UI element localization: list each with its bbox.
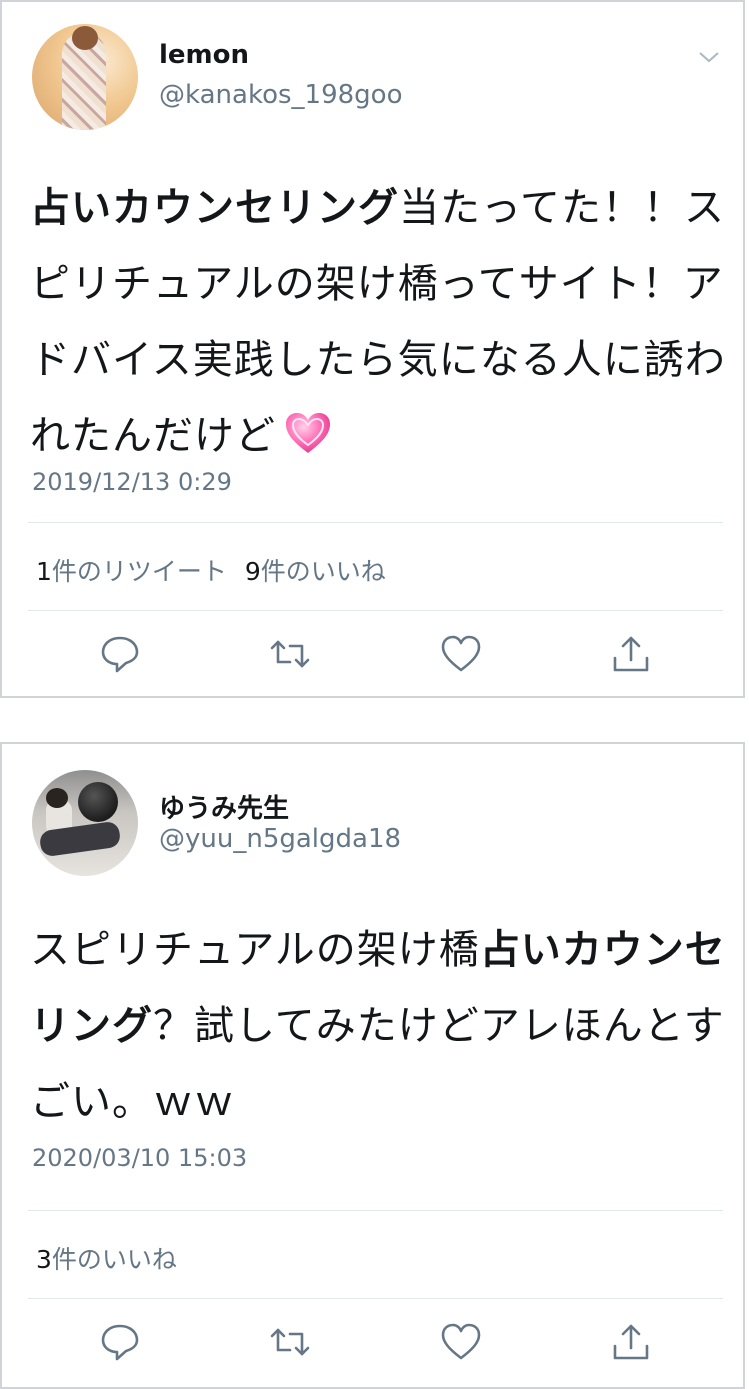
share-icon[interactable]	[609, 632, 653, 676]
like-label[interactable]: 件のいいね	[261, 557, 386, 586]
user-handle[interactable]: @kanakos_198goo	[159, 80, 402, 110]
tweet-text-bold: 占いカウンセリング	[30, 185, 399, 231]
tweet-stats: 3件のいいね	[36, 1240, 177, 1276]
chevron-down-icon[interactable]	[697, 48, 721, 66]
tweet-text: スピリチュアルの架け橋占いカウンセリング？試してみたけどアレほんとすごい。ｗｗ	[30, 912, 730, 1140]
display-name[interactable]: ゆうみ先生	[159, 788, 289, 825]
avatar-ball	[78, 782, 118, 822]
reply-icon[interactable]	[98, 632, 142, 676]
like-label[interactable]: 件のいいね	[52, 1245, 177, 1274]
growing-heart-emoji	[286, 413, 330, 453]
like-count[interactable]: 3	[36, 1245, 52, 1274]
avatar-hair	[46, 788, 68, 808]
tweet-timestamp[interactable]: 2019/12/13 0:29	[32, 468, 232, 496]
retweet-icon[interactable]	[268, 632, 312, 676]
like-icon[interactable]	[439, 632, 483, 676]
tweet-card: lemon @kanakos_198goo 占いカウンセリング当たってた！！スピ…	[0, 0, 745, 698]
like-count[interactable]: 9	[245, 557, 261, 586]
divider	[28, 522, 723, 523]
tweet-text: 占いカウンセリング当たってた！！スピリチュアルの架け橋ってサイト！アドバイス実践…	[30, 170, 730, 474]
tweet-actions	[2, 632, 747, 676]
avatar[interactable]	[32, 770, 138, 876]
divider	[28, 1210, 723, 1211]
user-handle[interactable]: @yuu_n5galgda18	[159, 824, 401, 854]
divider	[28, 1298, 723, 1299]
divider	[28, 610, 723, 611]
display-name[interactable]: lemon	[159, 40, 249, 70]
tweet-card: ゆうみ先生 @yuu_n5galgda18 スピリチュアルの架け橋占いカウンセリ…	[0, 742, 745, 1389]
avatar[interactable]	[32, 24, 138, 130]
like-icon[interactable]	[439, 1320, 483, 1364]
tweet-stats: 1件のリツイート 9件のいいね	[36, 552, 386, 588]
retweet-icon[interactable]	[268, 1320, 312, 1364]
tweet-actions	[2, 1320, 747, 1364]
retweet-label[interactable]: 件のリツイート	[52, 557, 227, 586]
retweet-count[interactable]: 1	[36, 557, 52, 586]
tweet-timestamp[interactable]: 2020/03/10 15:03	[32, 1144, 247, 1172]
tweet-text-body: スピリチュアルの架け橋	[30, 927, 480, 973]
share-icon[interactable]	[609, 1320, 653, 1364]
avatar-head	[72, 26, 98, 50]
reply-icon[interactable]	[98, 1320, 142, 1364]
